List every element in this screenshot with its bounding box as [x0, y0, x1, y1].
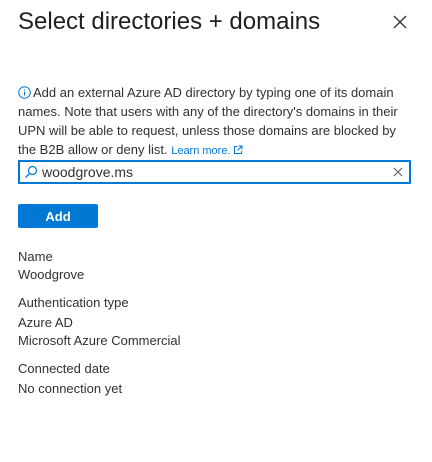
info-message: Add an external Azure AD directory by ty… — [18, 83, 410, 161]
panel-title: Select directories + domains — [18, 8, 321, 35]
info-icon — [18, 86, 31, 99]
close-button[interactable] — [390, 12, 410, 32]
directory-details: Name Woodgrove Authentication type Azure… — [18, 248, 181, 398]
external-link-icon — [233, 145, 243, 154]
name-value: Woodgrove — [18, 267, 85, 282]
add-button[interactable]: Add — [18, 204, 98, 228]
auth-type-value: Azure AD — [18, 315, 73, 330]
search-icon — [25, 165, 38, 178]
domain-search-box[interactable] — [18, 160, 411, 184]
close-icon — [393, 15, 407, 29]
auth-cloud-value: Microsoft Azure Commercial — [18, 333, 181, 348]
auth-type-label: Authentication type — [18, 295, 129, 310]
clear-icon[interactable] — [392, 166, 404, 178]
domain-search-input[interactable] — [42, 162, 392, 182]
connected-date-value: No connection yet — [18, 381, 123, 396]
learn-more-label: Learn more. — [171, 145, 231, 157]
learn-more-link[interactable]: Learn more. — [171, 145, 243, 157]
name-label: Name — [18, 249, 53, 264]
connected-date-label: Connected date — [18, 361, 110, 376]
